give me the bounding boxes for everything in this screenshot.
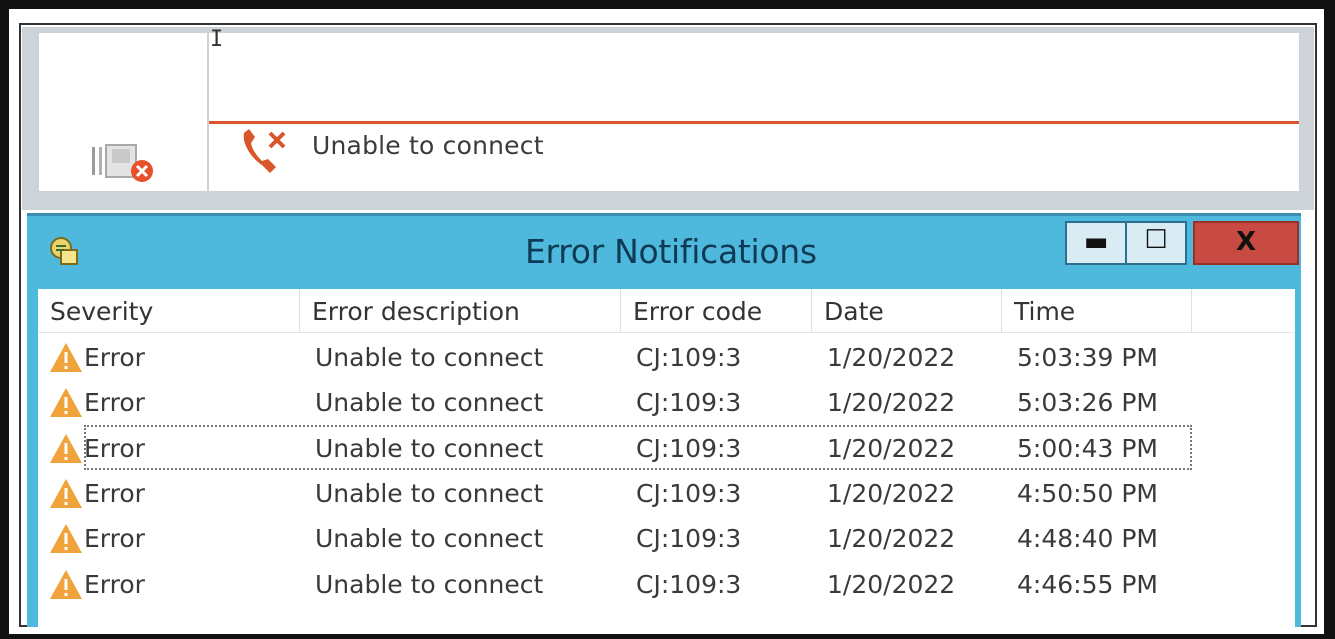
error-code-cell: CJ:109:3	[636, 524, 742, 554]
description-cell: Unable to connect	[315, 343, 544, 372]
table-row[interactable]: Error Unable to connect CJ:109:3 1/20/2022 5…	[38, 334, 1198, 379]
time-cell: 4:50:50 PM	[1017, 478, 1158, 508]
date-cell: 1/20/2022	[827, 569, 956, 599]
notification-app-icon	[50, 237, 78, 265]
date-cell: 1/20/2022	[827, 524, 956, 554]
date-cell: 1/20/2022	[827, 343, 956, 372]
warning-icon	[50, 569, 82, 599]
error-code-cell: CJ:109:3	[636, 478, 742, 508]
error-list: Severity Error description Error code Da…	[38, 289, 1295, 630]
maximize-icon: ☐	[1144, 225, 1168, 255]
device-error-icon	[92, 144, 153, 182]
phone-disconnected-icon	[243, 129, 286, 173]
minimize-button[interactable]: ▬	[1065, 221, 1125, 265]
app-main-area	[209, 33, 1299, 191]
error-code-cell: CJ:109:3	[636, 343, 742, 372]
warning-icon	[50, 388, 82, 418]
severity-cell: Error	[84, 569, 145, 599]
table-row[interactable]: Error Unable to connect CJ:109:3 1/20/2022 4…	[38, 470, 1198, 515]
table-row[interactable]: Error Unable to connect CJ:109:3 1/20/2022 5…	[38, 379, 1198, 424]
column-header-description[interactable]: Error description	[300, 289, 621, 332]
date-cell: 1/20/2022	[827, 478, 956, 508]
maximize-button[interactable]: ☐	[1125, 221, 1187, 265]
table-header: Severity Error description Error code Da…	[38, 289, 1295, 333]
table-row[interactable]: Error Unable to connect CJ:109:3 1/20/2022 4…	[38, 515, 1198, 560]
error-code-cell: CJ:109:3	[636, 433, 742, 463]
warning-icon	[50, 433, 82, 463]
warning-icon	[50, 343, 82, 372]
warning-icon	[50, 478, 82, 508]
orange-divider	[209, 121, 1299, 124]
error-notifications-window: Error Notifications ▬ ☐ X Severity Error…	[27, 213, 1301, 630]
time-cell: 5:00:43 PM	[1017, 433, 1158, 463]
date-cell: 1/20/2022	[827, 388, 956, 418]
column-header-date[interactable]: Date	[812, 289, 1002, 332]
severity-cell: Error	[84, 388, 145, 418]
text-cursor: I	[210, 27, 224, 52]
time-cell: 5:03:26 PM	[1017, 388, 1158, 418]
warning-icon	[50, 524, 82, 554]
column-header-time[interactable]: Time	[1002, 289, 1192, 332]
app-pane: I Unable to connect	[22, 27, 1314, 210]
error-code-cell: CJ:109:3	[636, 388, 742, 418]
severity-cell: Error	[84, 433, 145, 463]
severity-cell: Error	[84, 524, 145, 554]
connection-status-text: Unable to connect	[312, 131, 544, 160]
time-cell: 4:48:40 PM	[1017, 524, 1158, 554]
window-title: Error Notifications	[525, 232, 817, 271]
column-header-code[interactable]: Error code	[621, 289, 812, 332]
severity-cell: Error	[84, 478, 145, 508]
time-cell: 4:46:55 PM	[1017, 569, 1158, 599]
time-cell: 5:03:39 PM	[1017, 343, 1158, 372]
description-cell: Unable to connect	[315, 569, 544, 599]
close-icon: X	[1235, 227, 1257, 257]
table-row[interactable]: Error Unable to connect CJ:109:3 1/20/2022 4…	[38, 561, 1198, 606]
description-cell: Unable to connect	[315, 388, 544, 418]
column-header-severity[interactable]: Severity	[38, 289, 300, 332]
description-cell: Unable to connect	[315, 433, 544, 463]
description-cell: Unable to connect	[315, 478, 544, 508]
error-code-cell: CJ:109:3	[636, 569, 742, 599]
description-cell: Unable to connect	[315, 524, 544, 554]
table-row[interactable]: Error Unable to connect CJ:109:3 1/20/2022 5…	[50, 424, 1192, 470]
severity-cell: Error	[84, 343, 145, 372]
date-cell: 1/20/2022	[827, 433, 956, 463]
close-button[interactable]: X	[1193, 221, 1299, 265]
window-title-bar[interactable]: Error Notifications ▬ ☐ X	[27, 216, 1301, 286]
minimize-icon: ▬	[1083, 227, 1109, 257]
